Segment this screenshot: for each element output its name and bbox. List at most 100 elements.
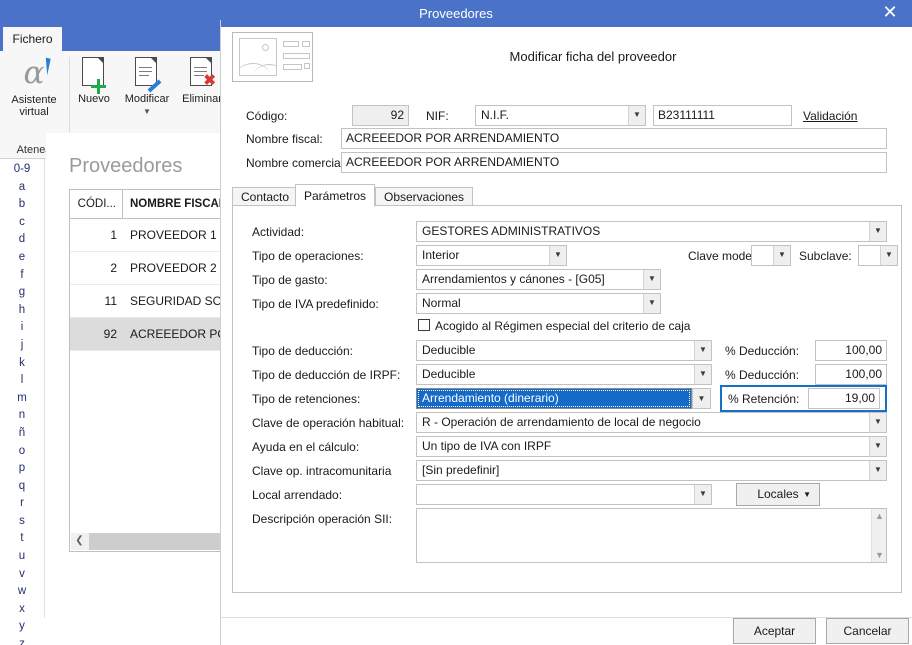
tipo-operaciones-select[interactable]: Interior ▼ bbox=[416, 245, 567, 266]
locales-button-label: Locales bbox=[757, 487, 799, 501]
tipo-deduccion-irpf-select[interactable]: Deducible ▼ bbox=[416, 364, 712, 385]
alphabet-index-item[interactable]: h bbox=[0, 302, 44, 320]
alphabet-index-item[interactable]: o bbox=[0, 443, 44, 461]
tipo-retenciones-select[interactable]: Arrendamiento (dinerario) ▼ bbox=[416, 388, 711, 409]
chevron-down-icon[interactable]: ▼ bbox=[549, 246, 566, 265]
alphabet-index-item[interactable]: y bbox=[0, 618, 44, 636]
cancelar-button[interactable]: Cancelar bbox=[826, 618, 909, 644]
scroll-thumb[interactable] bbox=[89, 533, 241, 550]
clave-operacion-habitual-select[interactable]: R - Operación de arrendamiento de local … bbox=[416, 412, 887, 433]
alphabet-index-item[interactable]: l bbox=[0, 372, 44, 390]
chevron-down-icon[interactable]: ▼ bbox=[869, 222, 886, 241]
grid-horizontal-scrollbar[interactable]: ❮ bbox=[71, 533, 241, 550]
nif-type-value: N.I.F. bbox=[481, 108, 510, 122]
alphabet-index-item[interactable]: ñ bbox=[0, 425, 44, 443]
alphabet-index-item[interactable]: x bbox=[0, 601, 44, 619]
eliminar-button[interactable]: ✖ Eliminar bbox=[176, 55, 220, 117]
nif-type-select[interactable]: N.I.F. ▼ bbox=[475, 105, 646, 126]
chevron-down-icon[interactable]: ▼ bbox=[803, 484, 811, 505]
alphabet-index-item[interactable]: e bbox=[0, 249, 44, 267]
tipo-gasto-select[interactable]: Arrendamientos y cánones - [G05] ▼ bbox=[416, 269, 661, 290]
chevron-down-icon[interactable]: ▼ bbox=[643, 294, 660, 313]
asistente-virtual-button[interactable]: α Asistente virtual bbox=[4, 55, 64, 127]
alphabet-index-item[interactable]: c bbox=[0, 214, 44, 232]
tipo-gasto-value: Arrendamientos y cánones - [G05] bbox=[422, 272, 605, 286]
chevron-down-icon[interactable]: ▼ bbox=[880, 246, 897, 265]
chevron-down-icon[interactable]: ▼ bbox=[628, 106, 645, 125]
alphabet-index-item[interactable]: i bbox=[0, 319, 44, 337]
table-row[interactable]: 2 PROVEEDOR 2 bbox=[70, 252, 241, 285]
alphabet-index-item[interactable]: d bbox=[0, 231, 44, 249]
label-pct-retencion: % Retención: bbox=[728, 392, 800, 406]
regimen-caja-checkbox[interactable] bbox=[418, 319, 430, 331]
tab-fichero[interactable]: Fichero bbox=[3, 27, 62, 51]
alphabet-index-item[interactable]: p bbox=[0, 460, 44, 478]
pct-retencion-field[interactable]: 19,00 bbox=[808, 388, 880, 409]
alphabet-index-item[interactable]: r bbox=[0, 495, 44, 513]
alphabet-index-item[interactable]: a bbox=[0, 179, 44, 197]
tipo-iva-select[interactable]: Normal ▼ bbox=[416, 293, 661, 314]
asistente-virtual-label-line2: virtual bbox=[19, 106, 49, 118]
clave-modelo-190-select[interactable]: ▼ bbox=[751, 245, 791, 266]
table-row[interactable]: 11 SEGURIDAD SOCI bbox=[70, 285, 241, 318]
clave-intracomunitaria-select[interactable]: [Sin predefinir] ▼ bbox=[416, 460, 887, 481]
scroll-up-icon[interactable]: ▲ bbox=[872, 511, 887, 521]
alphabet-index-item[interactable]: t bbox=[0, 530, 44, 548]
alphabet-index-item[interactable]: f bbox=[0, 267, 44, 285]
modificar-button[interactable]: Modificar ▼ bbox=[118, 55, 176, 127]
alphabet-index-item[interactable]: j bbox=[0, 337, 44, 355]
chevron-down-icon[interactable]: ▼ bbox=[694, 341, 711, 360]
alphabet-index-item[interactable]: b bbox=[0, 196, 44, 214]
clave-intracomunitaria-value: [Sin predefinir] bbox=[422, 463, 500, 477]
cell-codigo: 1 bbox=[110, 228, 117, 242]
nif-number-field[interactable]: B23111111 bbox=[653, 105, 792, 126]
pct-deduccion-field[interactable]: 100,00 bbox=[815, 340, 887, 361]
locales-button[interactable]: Locales ▼ bbox=[736, 483, 820, 506]
application-window: Proveedores ✕ Fichero α Asistente virtua… bbox=[0, 0, 912, 645]
chevron-down-icon[interactable]: ▼ bbox=[118, 106, 176, 118]
table-row[interactable]: 1 PROVEEDOR 1 bbox=[70, 219, 241, 252]
nombre-fiscal-field[interactable]: ACREEEDOR POR ARRENDAMIENTO bbox=[341, 128, 887, 149]
chevron-down-icon[interactable]: ▼ bbox=[869, 413, 886, 432]
alphabet-index-item[interactable]: g bbox=[0, 284, 44, 302]
chevron-down-icon[interactable]: ▼ bbox=[643, 270, 660, 289]
nombre-comercial-field[interactable]: ACREEEDOR POR ARRENDAMIENTO bbox=[341, 152, 887, 173]
column-header-codigo[interactable]: CÓDI... bbox=[70, 190, 123, 218]
tab-contacto[interactable]: Contacto bbox=[232, 187, 299, 206]
alphabet-index: 0-9 a b c d e f g h i j k l m n ñ o p q r s t u v w x y z bbox=[0, 159, 45, 645]
tab-observaciones[interactable]: Observaciones bbox=[375, 187, 474, 206]
actividad-select[interactable]: GESTORES ADMINISTRATIVOS ▼ bbox=[416, 221, 887, 242]
scroll-down-icon[interactable]: ▼ bbox=[872, 550, 887, 560]
nuevo-button[interactable]: Nuevo bbox=[70, 55, 118, 117]
alphabet-index-item[interactable]: s bbox=[0, 513, 44, 531]
textarea-scrollbar[interactable]: ▲ ▼ bbox=[871, 509, 886, 562]
chevron-down-icon[interactable]: ▼ bbox=[694, 365, 711, 384]
alphabet-index-item[interactable]: w bbox=[0, 583, 44, 601]
chevron-down-icon[interactable]: ▼ bbox=[869, 437, 886, 456]
tab-parametros[interactable]: Parámetros bbox=[295, 184, 376, 207]
chevron-down-icon[interactable]: ▼ bbox=[773, 246, 790, 265]
validacion-link[interactable]: Validación bbox=[803, 109, 857, 123]
alphabet-index-item[interactable]: v bbox=[0, 566, 44, 584]
alphabet-index-item[interactable]: u bbox=[0, 548, 44, 566]
alphabet-index-item[interactable]: z bbox=[0, 636, 44, 645]
descripcion-sii-textarea[interactable]: ▲ ▼ bbox=[416, 508, 887, 563]
tipo-deduccion-select[interactable]: Deducible ▼ bbox=[416, 340, 712, 361]
alphabet-index-item[interactable]: n bbox=[0, 407, 44, 425]
pct-deduccion-irpf-field[interactable]: 100,00 bbox=[815, 364, 887, 385]
alphabet-index-item[interactable]: q bbox=[0, 478, 44, 496]
chevron-down-icon[interactable]: ▼ bbox=[869, 461, 886, 480]
scroll-left-icon[interactable]: ❮ bbox=[71, 533, 88, 550]
dialog-accent-bar bbox=[221, 20, 912, 27]
alphabet-index-item[interactable]: 0-9 bbox=[0, 161, 44, 179]
aceptar-button[interactable]: Aceptar bbox=[733, 618, 816, 644]
alphabet-index-item[interactable]: k bbox=[0, 355, 44, 373]
alphabet-index-item[interactable]: m bbox=[0, 390, 44, 408]
table-row[interactable]: 92ACREEEDOR POR❯ bbox=[70, 318, 241, 351]
label-tipo-iva: Tipo de IVA predefinido: bbox=[252, 297, 379, 311]
chevron-down-icon[interactable]: ▼ bbox=[692, 388, 711, 409]
local-arrendado-select[interactable]: ▼ bbox=[416, 484, 712, 505]
chevron-down-icon[interactable]: ▼ bbox=[694, 485, 711, 504]
ayuda-calculo-select[interactable]: Un tipo de IVA con IRPF ▼ bbox=[416, 436, 887, 457]
subclave-select[interactable]: ▼ bbox=[858, 245, 898, 266]
